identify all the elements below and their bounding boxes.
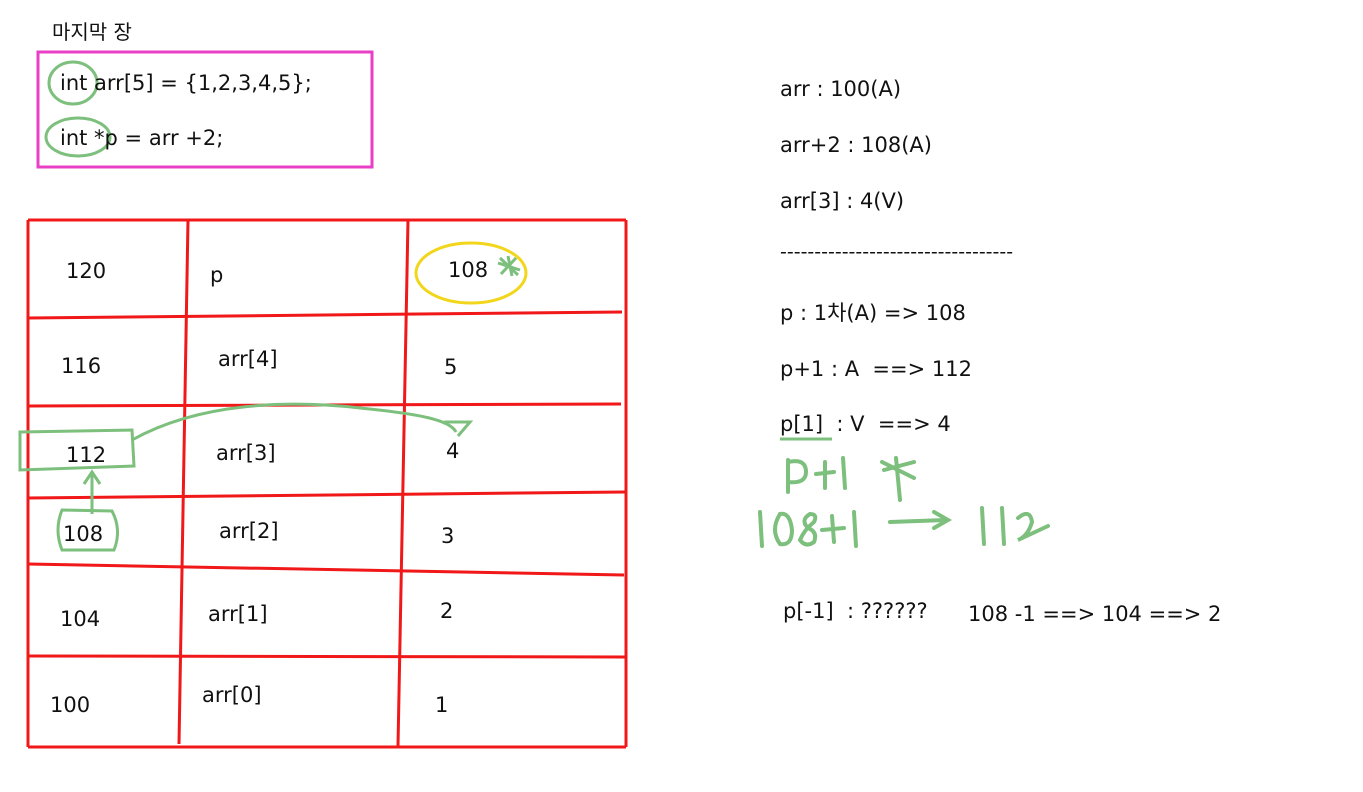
name-cell: arr[3] [216, 441, 276, 465]
code-line-2: int *p = arr +2; [60, 126, 224, 150]
note-arr-plus-2: arr+2 : 108(A) [780, 133, 932, 157]
note-p-plus-1: p+1 : A ==> 112 [780, 357, 972, 381]
address-cell: 112 [66, 443, 107, 467]
star-icon [497, 255, 521, 277]
handwriting-p-plus-1 [786, 456, 916, 502]
value-cell: 3 [441, 524, 455, 548]
value-cell: 4 [446, 439, 460, 463]
note-p-index-1: p[1] : V ==> 4 [780, 412, 951, 436]
value-cell: 108 [448, 258, 489, 282]
up-arrow [82, 469, 102, 514]
whiteboard-canvas: 마지막 장 int arr[5] = {1,2,3,4,5}; int *p =… [0, 0, 1363, 792]
address-cell: 104 [60, 607, 101, 631]
value-cell: 5 [444, 355, 458, 379]
value-cell: 1 [435, 693, 449, 717]
name-cell: arr[1] [208, 602, 268, 626]
note-arr: arr : 100(A) [780, 77, 902, 101]
drawing-layer [18, 50, 1050, 749]
note-arr-3: arr[3] : 4(V) [780, 189, 905, 213]
page-heading: 마지막 장 [52, 20, 132, 44]
name-cell: arr[4] [218, 347, 278, 371]
note-p-neg-1-calc: 108 -1 ==> 104 ==> 2 [968, 602, 1222, 626]
code-line-1: int arr[5] = {1,2,3,4,5}; [60, 71, 312, 95]
memory-table-grid [26, 218, 628, 749]
address-cell: 108 [63, 522, 104, 546]
name-cell: p [210, 263, 224, 287]
value-cell: 2 [440, 599, 454, 623]
address-cell: 100 [50, 693, 91, 717]
name-cell: arr[2] [219, 519, 279, 543]
note-divider: ---------------------------------- [780, 241, 1014, 263]
address-cell: 116 [61, 354, 102, 378]
note-p-neg-1-label: p[-1] : ?????? [783, 599, 928, 623]
note-p: p : 1차(A) => 108 [780, 301, 966, 325]
handwriting-108-plus-1 [758, 506, 1050, 548]
address-cell: 120 [66, 259, 107, 283]
curved-arrow [131, 402, 474, 442]
name-cell: arr[0] [202, 683, 262, 707]
